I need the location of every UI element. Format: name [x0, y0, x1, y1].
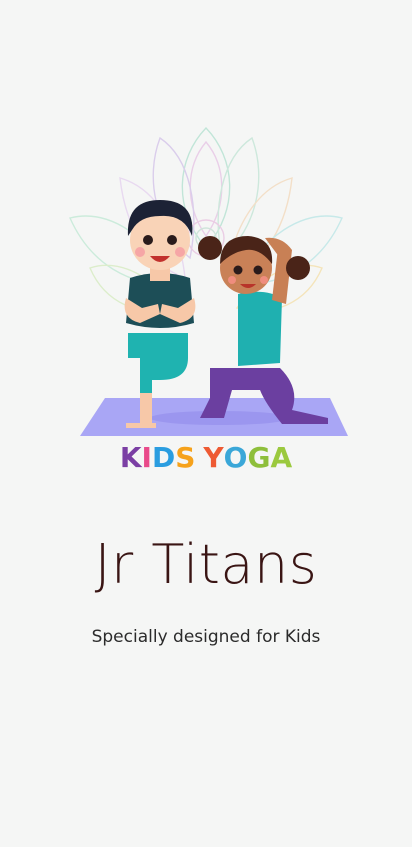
logo-letter: K: [119, 441, 142, 474]
logo-letter: I: [141, 441, 152, 474]
logo-letter: A: [270, 441, 293, 474]
girl-figure: [198, 236, 328, 424]
logo-letter: G: [247, 441, 271, 474]
logo-letter: S: [175, 441, 196, 474]
logo-letter: D: [151, 441, 176, 474]
kids-yoga-illustration: [60, 118, 352, 480]
kids-yoga-logo: KIDS YOGA: [0, 440, 412, 476]
logo-letter: Y: [203, 441, 224, 474]
logo-letter: O: [223, 441, 248, 474]
mandala-decoration: [69, 126, 343, 312]
boy-figure: [124, 200, 196, 428]
app-subtitle: Specially designed for Kids: [91, 627, 321, 647]
app-title: Jr Titans: [94, 533, 318, 596]
